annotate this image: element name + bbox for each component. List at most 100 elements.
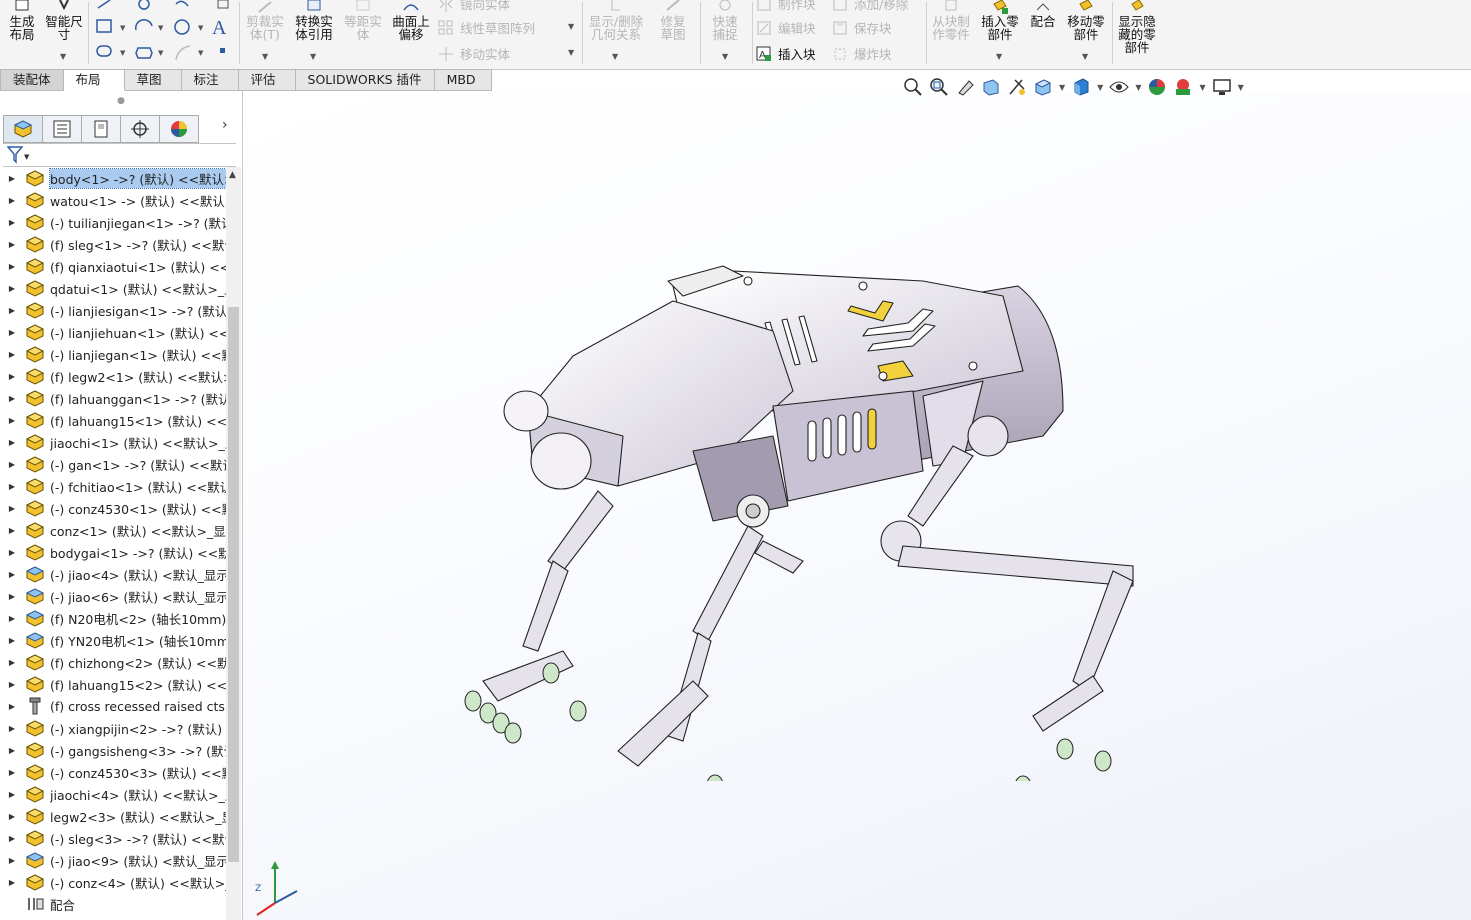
tree-item[interactable]: ▶ (-) jiao<6> (默认) <默认_显示状态 1> — [0, 585, 226, 607]
tree-filter[interactable]: ▼ — [3, 143, 236, 167]
tree-item[interactable]: 配合 — [0, 893, 226, 915]
configuration-manager-tab[interactable] — [82, 115, 121, 143]
tree-item[interactable]: ▶ jiaochi<4> (默认) <<默认>_显示状态 1> — [0, 783, 226, 805]
graphics-area[interactable]: ▼ ▼ ▼ ▼ ▼ Z — [243, 78, 1471, 920]
chevron-down-icon[interactable]: ▼ — [60, 50, 66, 63]
expand-arrow-icon[interactable]: ▶ — [0, 724, 24, 733]
expand-arrow-icon[interactable]: ▶ — [0, 284, 24, 293]
tree-item[interactable]: ▶ (-) lianjiegan<1> (默认) <<默认>_显示状态 1> — [0, 343, 226, 365]
display-delete-relations-button[interactable]: 显示/删除几何关系 ▼ — [586, 0, 646, 61]
expand-arrow-icon[interactable]: ▶ — [0, 240, 24, 249]
tree-item[interactable]: ▶ (f) cross recessed raised ctsk — [0, 695, 226, 717]
expand-arrow-icon[interactable]: ▶ — [0, 196, 24, 205]
hide-show-items-icon[interactable] — [1109, 77, 1129, 97]
tree-item[interactable]: ▶ (-) conz<4> (默认) <<默认>_显示状态 1> — [0, 871, 226, 893]
mirror-entities-button[interactable]: 镜向实体 — [438, 0, 510, 13]
tree-item[interactable]: ▶ (f) qianxiaotui<1> (默认) <<默认>_显示状态 1> — [0, 255, 226, 277]
mate-button[interactable]: 配合 — [1026, 0, 1060, 28]
quick-snaps-button[interactable]: 快速捕捉 ▼ — [702, 0, 748, 61]
expand-arrow-icon[interactable]: ▶ — [0, 768, 24, 777]
display-manager-tab[interactable] — [160, 115, 199, 143]
sketch-tools-icon[interactable]: ▼ ▼ ▼ ▼ ▼ ▼ A — [94, 0, 234, 66]
tree-item[interactable]: ▶ (-) tuilianjiegan<1> ->? (默认) <<默认>_显示状… — [0, 211, 226, 233]
expand-arrow-icon[interactable]: ▶ — [0, 548, 24, 557]
expand-arrow-icon[interactable]: ▶ — [0, 614, 24, 623]
convert-entities-button[interactable]: 转换实体引用 ▼ — [290, 0, 338, 61]
expand-arrow-icon[interactable]: ▶ — [0, 328, 24, 337]
tree-item[interactable]: ▶ (f) lahuang15<2> (默认) <<默认>_显示状态 1> — [0, 673, 226, 695]
move-entities-button[interactable]: 移动实体 — [438, 44, 510, 63]
view-settings-icon[interactable] — [1212, 77, 1232, 97]
make-block-button[interactable]: 制作块 — [756, 0, 816, 13]
chevron-down-icon[interactable]: ▼ — [996, 50, 1002, 63]
offset-entities-button[interactable]: 等距实体 — [340, 0, 386, 41]
tab-mbd[interactable]: MBD — [434, 69, 492, 91]
repair-sketch-button[interactable]: 修复草图 — [650, 0, 696, 41]
chevron-down-icon[interactable]: ▼ — [568, 22, 574, 31]
previous-view-icon[interactable] — [955, 77, 975, 97]
tree-item[interactable]: ▶ (f) chizhong<2> (默认) <<默认>_显示状态 1> — [0, 651, 226, 673]
expand-arrow-icon[interactable]: ▶ — [0, 702, 24, 711]
edit-appearance-icon[interactable] — [1147, 77, 1167, 97]
tree-item[interactable]: ▶ (f) YN20电机<1> (轴长10mm) <默认_显示状态 1> — [0, 629, 226, 651]
chevron-down-icon[interactable]: ▼ — [568, 48, 574, 57]
tree-item[interactable]: ▶ (-) jiao<9> (默认) <默认_显示状态 1> — [0, 849, 226, 871]
expand-arrow-icon[interactable]: ▶ — [0, 658, 24, 667]
chevron-right-icon[interactable]: › — [222, 117, 228, 133]
expand-arrow-icon[interactable]: ▶ — [0, 482, 24, 491]
tree-item[interactable]: ▶ (-) fchitiao<1> (默认) <<默认>_显示状态 1> — [0, 475, 226, 497]
display-style-icon[interactable] — [1071, 77, 1091, 97]
feature-manager-tab[interactable] — [3, 115, 43, 143]
expand-arrow-icon[interactable]: ▶ — [0, 526, 24, 535]
expand-arrow-icon[interactable]: ▶ — [0, 856, 24, 865]
expand-arrow-icon[interactable]: ▶ — [0, 350, 24, 359]
tree-item[interactable]: ▶ (-) xiangpijin<2> ->? (默认) <<默认>_显示状态 1… — [0, 717, 226, 739]
tab-markup[interactable]: 标注 — [181, 69, 239, 91]
tab-solidworks-addins[interactable]: SOLIDWORKS 插件 — [295, 69, 435, 91]
scroll-up-icon[interactable]: ▲ — [229, 170, 236, 180]
expand-arrow-icon[interactable]: ▶ — [0, 306, 24, 315]
make-part-from-block-button[interactable]: 从块制作零件 — [928, 0, 974, 41]
expand-arrow-icon[interactable]: ▶ — [0, 262, 24, 271]
chevron-down-icon[interactable]: ▼ — [1238, 83, 1244, 92]
tree-item[interactable]: ▶ (-) gangsisheng<3> ->? (默认) <<默认>_显示状态 … — [0, 739, 226, 761]
tree-item[interactable]: ▶ (-) conz4530<3> (默认) <<默认>_显示状态 1> — [0, 761, 226, 783]
tree-item[interactable]: ▶ jiaochi<1> (默认) <<默认>_显示状态 1> — [0, 431, 226, 453]
smart-dimension-button[interactable]: 智能尺寸 ▼ — [42, 0, 86, 61]
linear-pattern-button[interactable]: 线性草图阵列 — [438, 18, 535, 37]
tree-item[interactable]: ▶ conz<1> (默认) <<默认>_显示状态 1> — [0, 519, 226, 541]
tab-sketch[interactable]: 草图 — [124, 69, 182, 91]
tree-item[interactable]: ▶ qdatui<1> (默认) <<默认>_显示状态 1> — [0, 277, 226, 299]
tree-item[interactable]: ▶ (f) legw2<1> (默认) <<默认>_显示状态 1> — [0, 365, 226, 387]
chevron-down-icon[interactable]: ▼ — [1082, 50, 1088, 63]
scrollbar-thumb[interactable] — [228, 307, 239, 862]
insert-components-button[interactable]: 插入零部件 ▼ — [976, 0, 1024, 61]
tree-item[interactable]: ▶ body<1> ->? (默认) <<默认>_显示状态 1> — [0, 167, 226, 189]
expand-arrow-icon[interactable]: ▶ — [0, 636, 24, 645]
expand-arrow-icon[interactable]: ▶ — [0, 570, 24, 579]
chevron-down-icon[interactable]: ▼ — [722, 50, 728, 63]
explode-block-button[interactable]: 爆炸块 — [832, 44, 892, 63]
chevron-down-icon[interactable]: ▼ — [1097, 83, 1103, 92]
tree-item[interactable]: ▶ (-) lianjiehuan<1> (默认) <<默认>_显示状态 1> — [0, 321, 226, 343]
robot-assembly-model[interactable] — [443, 261, 1163, 781]
expand-arrow-icon[interactable]: ▶ — [0, 218, 24, 227]
tab-layout[interactable]: 布局 — [63, 69, 125, 91]
expand-arrow-icon[interactable]: ▶ — [0, 174, 24, 183]
generate-layout-button[interactable]: 生成布局 — [4, 0, 40, 41]
expand-arrow-icon[interactable]: ▶ — [0, 504, 24, 513]
insert-block-button[interactable]: A 插入块 — [756, 44, 816, 63]
expand-arrow-icon[interactable]: ▶ — [0, 394, 24, 403]
panel-grip-icon[interactable]: ● — [0, 91, 242, 111]
move-component-button[interactable]: 移动零部件 ▼ — [1062, 0, 1110, 61]
chevron-down-icon[interactable]: ▼ — [612, 50, 618, 63]
tree-item[interactable]: ▶ (-) sleg<3> ->? (默认) <<默认>_显示状态 1> — [0, 827, 226, 849]
tree-item[interactable]: ▶ watou<1> -> (默认) <<默认>_显示状态 1> — [0, 189, 226, 211]
tree-item[interactable]: ▶ (-) lianjiesigan<1> ->? (默认) <<默认>_显示状态… — [0, 299, 226, 321]
tree-item[interactable]: ▶ (f) N20电机<2> (轴长10mm) <默认_显示状态 1> — [0, 607, 226, 629]
tree-item[interactable]: ▶ (-) jiao<4> (默认) <默认_显示状态 1> — [0, 563, 226, 585]
expand-arrow-icon[interactable]: ▶ — [0, 416, 24, 425]
chevron-down-icon[interactable]: ▼ — [1199, 83, 1205, 92]
dynamic-annotation-icon[interactable] — [1007, 77, 1027, 97]
property-manager-tab[interactable] — [43, 115, 82, 143]
